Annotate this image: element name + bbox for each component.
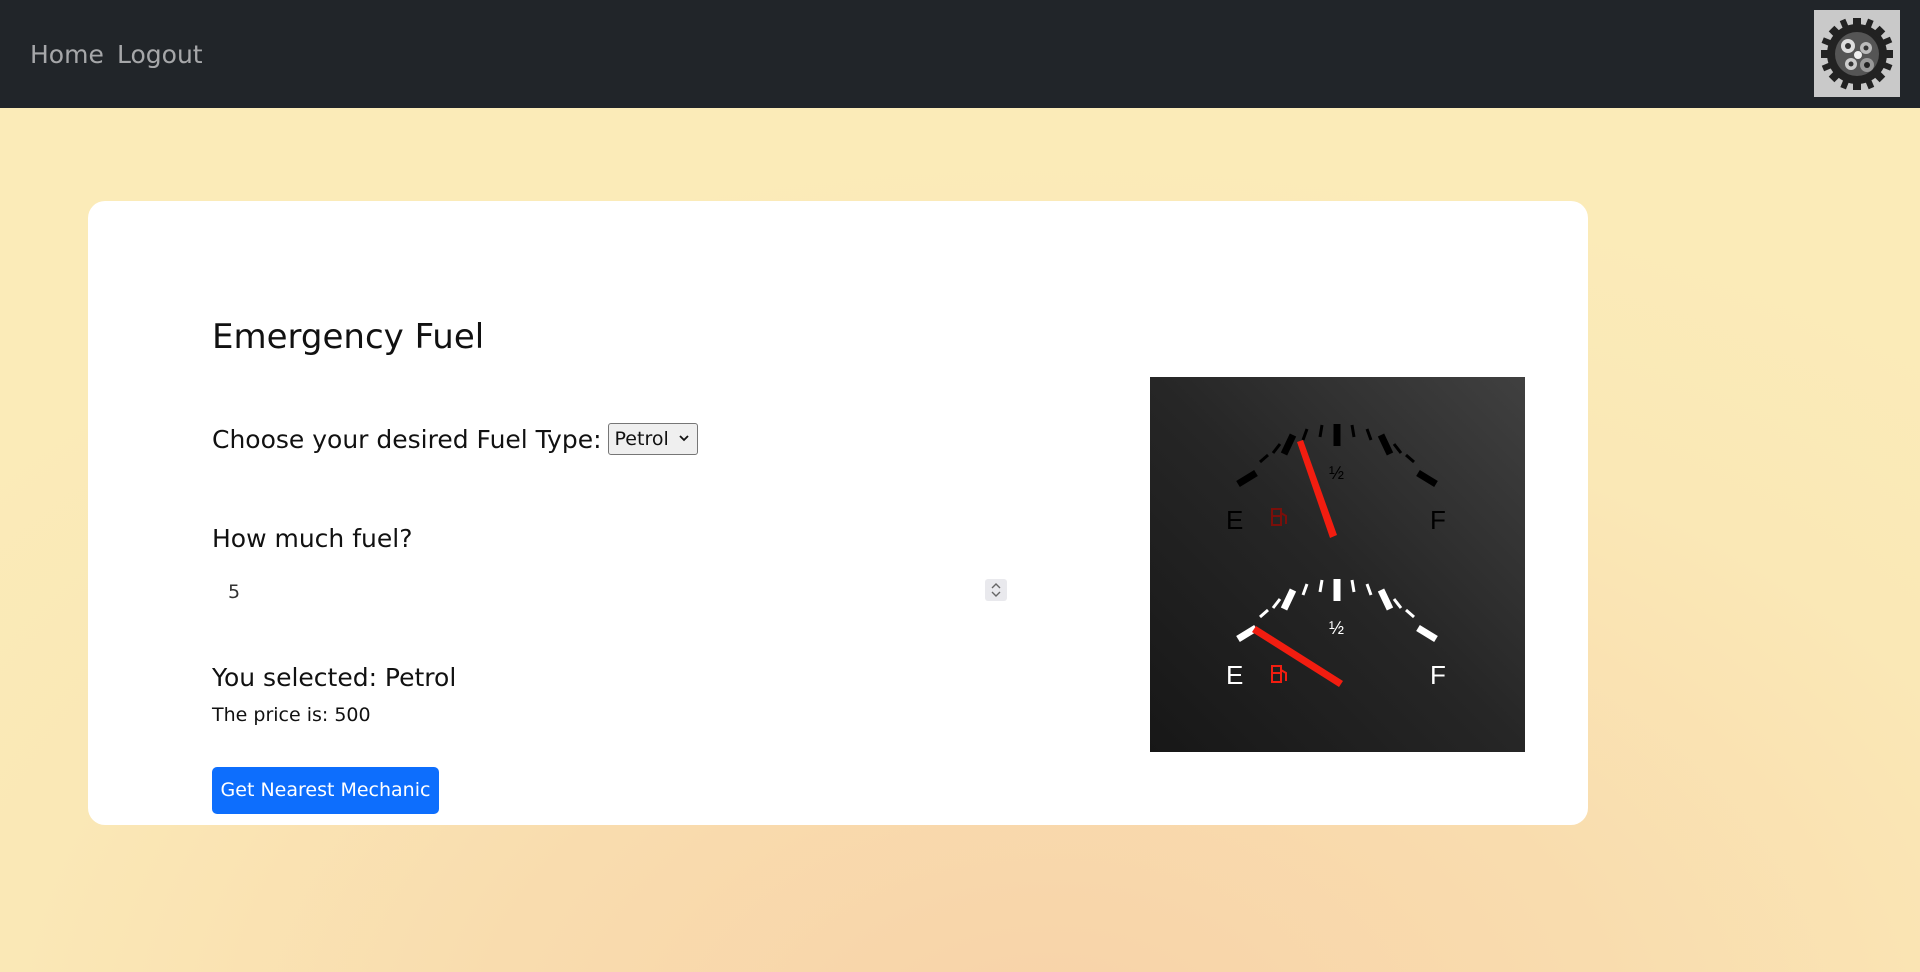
top-gauge-half-label: ½ [1329,463,1344,483]
bottom-gauge-half-label: ½ [1329,618,1344,638]
nav-logout-link[interactable]: Logout [117,38,203,72]
fuel-amount-label: How much fuel? [212,524,413,553]
fuel-type-selected-value: Petrol [614,428,669,450]
price-text: The price is: 500 [212,704,371,726]
logo[interactable] [1814,10,1900,97]
page-title: Emergency Fuel [212,317,485,357]
fuel-type-select[interactable]: Petrol [607,423,698,455]
fuel-amount-input[interactable]: 5 [212,571,1012,613]
quantity-stepper[interactable] [985,579,1007,601]
navbar: Home Logout [0,0,1920,108]
bottom-gauge-full-label: F [1430,660,1446,690]
get-nearest-mechanic-button[interactable]: Get Nearest Mechanic [212,767,439,814]
fuel-gauge-image: E ½ F E ½ F [1150,377,1525,752]
chevron-down-icon [678,435,689,442]
emergency-fuel-card: Emergency Fuel Choose your desired Fuel … [88,201,1588,825]
stepper-arrows-icon [991,583,1001,597]
fuel-type-row: Choose your desired Fuel Type: Petrol [212,422,698,456]
top-gauge-full-label: F [1430,505,1446,535]
fuel-amount-value: 5 [228,581,241,603]
selected-fuel-text: You selected: Petrol [212,663,457,692]
top-gauge-empty-label: E [1226,505,1243,535]
nav-home-link[interactable]: Home [30,38,104,72]
gear-cluster-icon [1821,18,1893,90]
bottom-gauge-empty-label: E [1226,660,1243,690]
fuel-type-label: Choose your desired Fuel Type: [212,424,602,454]
